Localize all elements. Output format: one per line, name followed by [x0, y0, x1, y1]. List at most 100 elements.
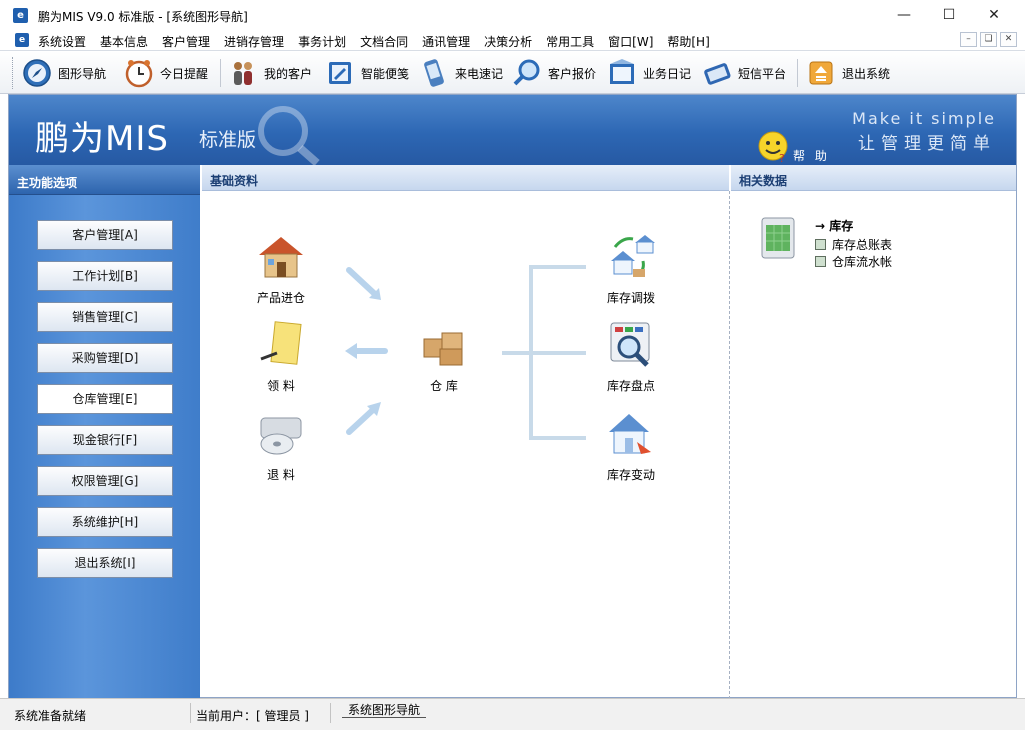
mdi-restore-button[interactable]: ❏: [980, 32, 997, 47]
sidebar-item-permissions[interactable]: 权限管理[G]: [37, 466, 173, 496]
panel-divider: [729, 191, 730, 699]
maximize-button[interactable]: ☐: [926, 0, 972, 30]
connector-line: [529, 436, 586, 440]
slogan-english: Make it simple: [852, 109, 996, 128]
notepad-icon: [325, 58, 355, 88]
boxes-icon: [423, 332, 463, 366]
sms-icon: [702, 58, 732, 88]
mdi-doc-icon[interactable]: e: [15, 33, 29, 47]
menu-affairs[interactable]: 事务计划: [298, 33, 346, 50]
slogan-chinese: 让管理更简单: [858, 134, 996, 154]
mdi-close-button[interactable]: ✕: [1000, 32, 1017, 47]
related-item-box: [815, 239, 826, 250]
menu-bar: e 系统设置 基本信息 客户管理 进销存管理 事务计划 文档合同 通讯管理 决策…: [0, 30, 1025, 50]
inspect-icon: [610, 322, 650, 367]
compass-icon: [22, 58, 52, 88]
maximize-icon: ☐: [942, 7, 956, 23]
toolbar-separator: [220, 59, 221, 87]
toolbar-business-diary-button[interactable]: 业务日记: [607, 57, 691, 89]
notepad-pencil-icon: [260, 321, 302, 365]
banner-edition: 标准版: [199, 129, 257, 151]
toolbar-my-customers-button[interactable]: 我的客户: [228, 57, 312, 89]
sidebar-item-warehouse[interactable]: 仓库管理[E]: [37, 384, 173, 414]
related-item-ledger[interactable]: 库存总账表: [815, 236, 892, 253]
menu-help[interactable]: 帮助[H]: [667, 33, 709, 50]
sidebar-item-maintenance[interactable]: 系统维护[H]: [37, 507, 173, 537]
node-return[interactable]: 退 料: [241, 408, 321, 483]
transfer-icon: [611, 235, 655, 277]
house-icon: [259, 237, 303, 278]
disc-drive-icon: [260, 417, 302, 455]
status-separator: [330, 703, 331, 723]
menu-basic-info[interactable]: 基本信息: [100, 33, 148, 50]
related-item-flow[interactable]: 仓库流水帐: [815, 253, 892, 270]
clock-icon: [124, 58, 154, 88]
menu-window[interactable]: 窗口[W]: [608, 33, 653, 50]
help-smiley-icon: ?: [758, 131, 788, 163]
connector-line: [529, 265, 586, 269]
connector-line: [529, 351, 586, 355]
node-product-in[interactable]: 产品进仓: [241, 231, 321, 306]
help-label: 帮 助: [793, 149, 830, 163]
toolbar-grip[interactable]: [12, 57, 14, 89]
menu-tools[interactable]: 常用工具: [546, 33, 594, 50]
magnifier-icon: [512, 58, 542, 88]
users-icon: [228, 58, 258, 88]
sidebar-item-sales[interactable]: 销售管理[C]: [37, 302, 173, 332]
sidebar-item-purchase[interactable]: 采购管理[D]: [37, 343, 173, 373]
window-title: 鹏为MIS V9.0 标准版 - [系统图形导航]: [38, 10, 248, 24]
close-icon: ✕: [988, 7, 1000, 23]
close-button[interactable]: ✕: [971, 0, 1017, 30]
status-current-user: 当前用户：[ 管理员 ]: [196, 709, 309, 723]
sidebar-item-cash-bank[interactable]: 现金银行[F]: [37, 425, 173, 455]
toolbar-today-reminder-button[interactable]: 今日提醒: [124, 57, 208, 89]
menu-decision[interactable]: 决策分析: [484, 33, 532, 50]
menu-inventory[interactable]: 进销存管理: [224, 33, 284, 50]
related-heading[interactable]: → 库存: [815, 217, 853, 234]
svg-text:?: ?: [779, 152, 785, 163]
sidebar: 主功能选项 客户管理[A] 工作计划[B] 销售管理[C] 采购管理[D] 仓库…: [9, 165, 200, 699]
basic-data-header: 基础资料: [202, 165, 729, 191]
toolbar-exit-button[interactable]: 退出系统: [806, 57, 890, 89]
sidebar-item-customer[interactable]: 客户管理[A]: [37, 220, 173, 250]
menu-communication[interactable]: 通讯管理: [422, 33, 470, 50]
status-ready: 系统准备就绪: [14, 709, 87, 723]
mdi-minimize-button[interactable]: –: [960, 32, 977, 47]
toolbar-quotation-button[interactable]: 客户报价: [512, 57, 596, 89]
toolbar-call-notes-button[interactable]: 来电速记: [419, 57, 503, 89]
related-data-header: 相关数据: [731, 165, 1016, 191]
status-separator: [190, 703, 191, 723]
menu-system-settings[interactable]: 系统设置: [38, 33, 86, 50]
node-stock-transfer[interactable]: 库存调拨: [591, 231, 671, 306]
sidebar-item-work-plan[interactable]: 工作计划[B]: [37, 261, 173, 291]
toolbar-graph-nav-button[interactable]: 图形导航: [22, 57, 106, 89]
app-logo-icon: e: [13, 8, 28, 23]
main-window: 鹏为MIS 标准版 Make it simple 让管理更简单 ? 帮 助 主功…: [8, 94, 1017, 699]
flow-arrows: [345, 267, 388, 435]
sidebar-header: 主功能选项: [9, 165, 200, 195]
toolbar-smart-notes-button[interactable]: 智能便笺: [325, 57, 409, 89]
status-bar: 系统准备就绪 当前用户：[ 管理员 ] 系统图形导航: [0, 698, 1025, 730]
status-tab-graph-nav[interactable]: 系统图形导航: [342, 701, 427, 718]
minimize-icon: —: [897, 7, 911, 23]
related-item-box: [815, 256, 826, 267]
banner: 鹏为MIS 标准版 Make it simple 让管理更简单 ? 帮 助: [9, 95, 1016, 165]
sidebar-title: 主功能选项: [17, 176, 78, 190]
toolbar-sms-platform-button[interactable]: 短信平台: [702, 57, 786, 89]
node-stock-change[interactable]: 库存变动: [591, 408, 671, 483]
ledger-icon: [761, 217, 795, 259]
phone-icon: [419, 58, 449, 88]
related-data-title: 相关数据: [739, 174, 788, 188]
sidebar-item-exit[interactable]: 退出系统[I]: [37, 548, 173, 578]
node-requisition[interactable]: 领 料: [241, 319, 321, 394]
node-stocktake[interactable]: 库存盘点: [591, 319, 671, 394]
diary-icon: [607, 58, 637, 88]
menu-customer[interactable]: 客户管理: [162, 33, 210, 50]
menu-documents[interactable]: 文档合同: [360, 33, 408, 50]
help-link[interactable]: ? 帮 助: [757, 129, 837, 163]
minimize-button[interactable]: —: [881, 0, 927, 30]
house-change-icon: [609, 414, 651, 454]
toolbar-separator: [797, 59, 798, 87]
title-bar: e 鹏为MIS V9.0 标准版 - [系统图形导航] — ☐ ✕: [0, 0, 1025, 30]
node-warehouse[interactable]: 仓 库: [404, 319, 484, 394]
